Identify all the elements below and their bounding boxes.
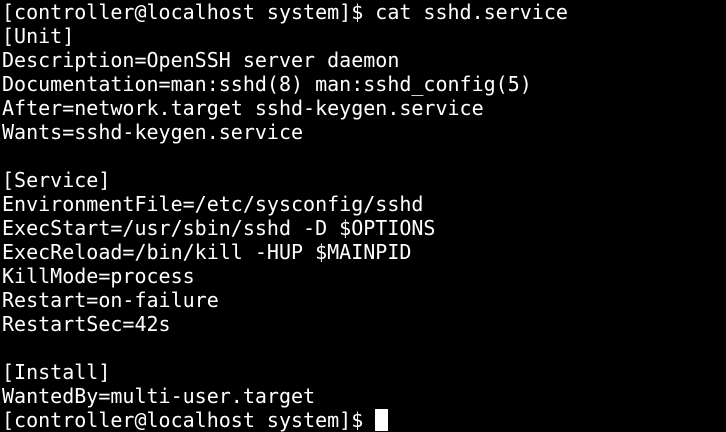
output-line-exec-start: ExecStart=/usr/sbin/sshd -D $OPTIONS	[2, 216, 436, 240]
output-line-install-header: [Install]	[2, 360, 111, 384]
output-line-service-header: [Service]	[2, 168, 111, 192]
output-line-wanted-by: WantedBy=multi-user.target	[2, 384, 316, 408]
output-line-environment-file: EnvironmentFile=/etc/sysconfig/sshd	[2, 192, 424, 216]
output-line-wants: Wants=sshd-keygen.service	[2, 120, 304, 144]
shell-prompt: [controller@localhost system]$	[2, 408, 376, 432]
output-line-exec-reload: ExecReload=/bin/kill -HUP $MAINPID	[2, 240, 412, 264]
output-line-description: Description=OpenSSH server daemon	[2, 48, 400, 72]
command-line: [controller@localhost system]$ cat sshd.…	[2, 0, 568, 24]
output-line-after: After=network.target sshd-keygen.service	[2, 96, 484, 120]
terminal-window[interactable]: [controller@localhost system]$ cat sshd.…	[0, 0, 726, 432]
output-line-kill-mode: KillMode=process	[2, 264, 195, 288]
output-line-restart-sec: RestartSec=42s	[2, 312, 171, 336]
output-line-blank-1	[2, 144, 726, 168]
output-line-restart: Restart=on-failure	[2, 288, 219, 312]
text-cursor	[375, 409, 389, 431]
output-line-unit-header: [Unit]	[2, 24, 75, 48]
output-line-blank-2	[2, 336, 726, 360]
prompt-line[interactable]: [controller@localhost system]$	[2, 408, 726, 432]
output-line-documentation: Documentation=man:sshd(8) man:sshd_confi…	[2, 72, 532, 96]
